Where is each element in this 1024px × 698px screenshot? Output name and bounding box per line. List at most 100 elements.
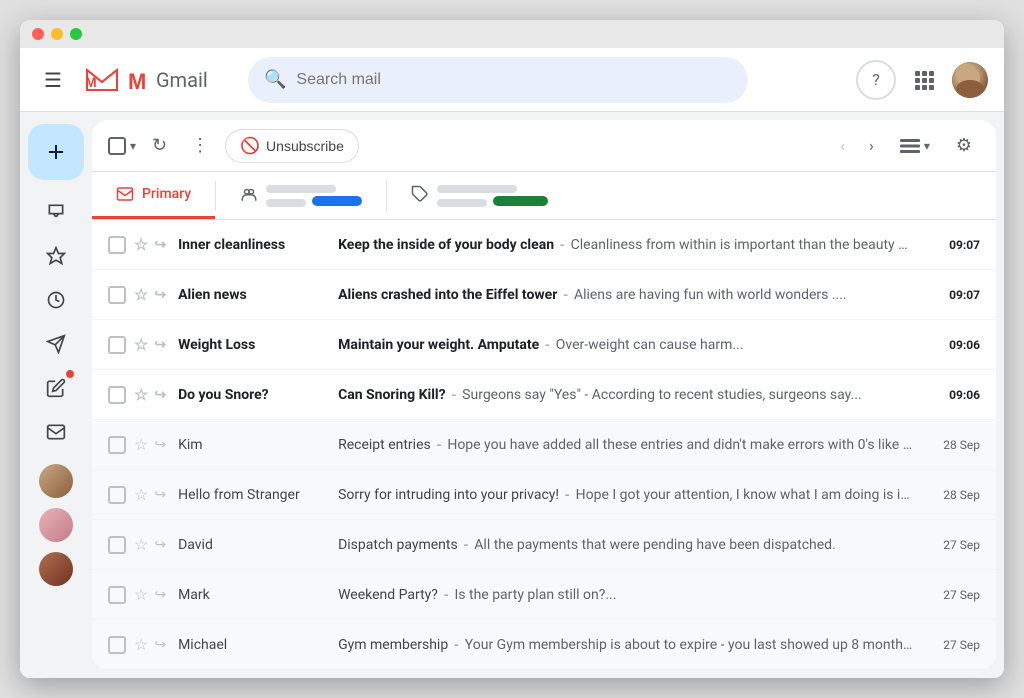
social-tab-line2	[266, 199, 306, 207]
apps-icon[interactable]	[904, 60, 944, 100]
email-subject: Weekend Party?	[338, 587, 438, 603]
forward-icon[interactable]: ↪	[154, 587, 166, 603]
email-row[interactable]: ☆ ↪ Michael Gym membership - Your Gym me…	[92, 620, 996, 670]
promotions-tab-line1	[437, 185, 517, 193]
email-sender: Hello from Stranger	[178, 487, 338, 503]
star-button[interactable]: ☆	[134, 235, 148, 254]
nav-prev-button[interactable]: ‹	[832, 128, 853, 163]
email-content: Receipt entries - Hope you have added al…	[338, 435, 914, 454]
star-button[interactable]: ☆	[134, 385, 148, 404]
sidebar-item-starred[interactable]	[36, 236, 76, 276]
forward-icon[interactable]: ↪	[154, 437, 166, 453]
tab-social[interactable]	[216, 172, 386, 219]
email-row[interactable]: ☆ ↪ Do you Snore? Can Snoring Kill? - Su…	[92, 370, 996, 420]
help-button[interactable]: ?	[856, 60, 896, 100]
sidebar-item-sent[interactable]	[36, 324, 76, 364]
forward-icon[interactable]: ↪	[154, 337, 166, 353]
email-snippet: Hope you have added all these entries an…	[447, 437, 914, 453]
sidebar-avatar-2[interactable]	[39, 508, 73, 542]
star-button[interactable]: ☆	[134, 335, 148, 354]
search-input[interactable]	[296, 71, 732, 89]
email-area: ▾ ↻ ⋮ 🚫 Unsubscribe ‹ ›	[92, 120, 996, 670]
forward-icon[interactable]: ↪	[154, 537, 166, 553]
m-logo-icon: M	[126, 65, 156, 95]
row-checkbox[interactable]	[108, 386, 126, 404]
email-snippet: All the payments that were pending have …	[474, 537, 835, 553]
refresh-button[interactable]: ↻	[144, 127, 175, 164]
row-checkbox[interactable]	[108, 336, 126, 354]
email-row[interactable]: ☆ ↪ David Dispatch payments - All the pa…	[92, 520, 996, 570]
row-checkbox[interactable]	[108, 286, 126, 304]
email-row[interactable]: ☆ ↪ Alien news Aliens crashed into the E…	[92, 270, 996, 320]
sidebar-avatar-3[interactable]	[39, 552, 73, 586]
hamburger-icon[interactable]: ☰	[36, 60, 70, 100]
star-icon	[46, 246, 66, 266]
maximize-button[interactable]	[70, 28, 82, 40]
row-checkbox[interactable]	[108, 486, 126, 504]
more-options-button[interactable]: ⋮	[183, 127, 217, 164]
row-checkbox[interactable]	[108, 436, 126, 454]
star-button[interactable]: ☆	[134, 285, 148, 304]
star-button[interactable]: ☆	[134, 485, 148, 504]
select-all-checkbox[interactable]	[108, 137, 126, 155]
sidebar-item-mail[interactable]	[36, 412, 76, 452]
minimize-button[interactable]	[51, 28, 63, 40]
star-button[interactable]: ☆	[134, 585, 148, 604]
search-bar[interactable]: 🔍	[248, 57, 748, 103]
header: ☰ M M Gmail 🔍 ?	[20, 48, 1004, 112]
email-sender: David	[178, 537, 338, 553]
email-subject: Aliens crashed into the Eiffel tower	[338, 287, 557, 303]
email-row[interactable]: ☆ ↪ Mark Weekend Party? - Is the party p…	[92, 570, 996, 620]
nav-next-button[interactable]: ›	[861, 128, 882, 163]
forward-icon[interactable]: ↪	[154, 387, 166, 403]
tab-promotions[interactable]	[387, 172, 572, 219]
email-content: Can Snoring Kill? - Surgeons say "Yes" -…	[338, 385, 914, 404]
email-row[interactable]: ☆ ↪ Inner cleanliness Keep the inside of…	[92, 220, 996, 270]
sidebar-item-snoozed[interactable]	[36, 280, 76, 320]
search-icon: 🔍	[264, 69, 286, 90]
sidebar-item-inbox[interactable]	[36, 192, 76, 232]
sidebar-avatar-1[interactable]	[39, 464, 73, 498]
email-snippet: Cleanliness from within is important tha…	[571, 237, 914, 253]
close-button[interactable]	[32, 28, 44, 40]
unsubscribe-button[interactable]: 🚫 Unsubscribe	[225, 129, 359, 163]
forward-icon[interactable]: ↪	[154, 237, 166, 253]
tab-primary[interactable]: Primary	[92, 172, 215, 219]
promotions-tab-badge	[493, 196, 548, 206]
star-button[interactable]: ☆	[134, 535, 148, 554]
grid-icon	[914, 70, 934, 90]
titlebar	[20, 20, 1004, 48]
email-separator: -	[563, 285, 568, 304]
email-list: ☆ ↪ Inner cleanliness Keep the inside of…	[92, 220, 996, 670]
logo-text: Gmail	[156, 68, 208, 92]
star-button[interactable]: ☆	[134, 435, 148, 454]
row-checkbox[interactable]	[108, 586, 126, 604]
sidebar-item-drafts[interactable]	[36, 368, 76, 408]
forward-icon[interactable]: ↪	[154, 487, 166, 503]
email-separator: -	[464, 535, 469, 554]
row-checkbox[interactable]	[108, 536, 126, 554]
email-snippet: Over-weight can cause harm...	[556, 337, 744, 353]
email-row[interactable]: ☆ ↪ Hello from Stranger Sorry for intrud…	[92, 470, 996, 520]
social-tab-badge	[312, 196, 362, 206]
compose-button[interactable]	[28, 124, 84, 180]
view-toggle-button[interactable]: ▾	[890, 133, 940, 159]
email-time: 09:07	[930, 288, 980, 302]
unsubscribe-icon: 🚫	[240, 136, 260, 156]
account-avatar[interactable]	[952, 62, 988, 98]
select-dropdown-arrow[interactable]: ▾	[130, 139, 136, 153]
row-checkbox[interactable]	[108, 236, 126, 254]
email-sender: Weight Loss	[178, 337, 338, 353]
email-subject: Dispatch payments	[338, 537, 458, 553]
drafts-badge	[66, 370, 74, 378]
email-row[interactable]: ☆ ↪ Kim Receipt entries - Hope you have …	[92, 420, 996, 470]
email-subject: Can Snoring Kill?	[338, 387, 446, 403]
forward-icon[interactable]: ↪	[154, 287, 166, 303]
social-tab-line1	[266, 185, 336, 193]
send-icon	[46, 334, 66, 354]
email-separator: -	[437, 435, 442, 454]
settings-button[interactable]: ⚙	[948, 127, 980, 164]
primary-tab-icon	[116, 185, 134, 203]
email-row[interactable]: ☆ ↪ Weight Loss Maintain your weight. Am…	[92, 320, 996, 370]
gmail-logo-icon: M	[82, 65, 122, 95]
